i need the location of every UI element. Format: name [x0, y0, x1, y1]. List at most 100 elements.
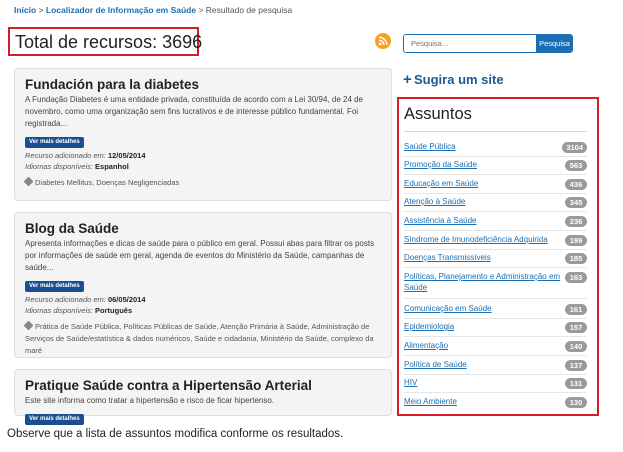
languages-value: Espanhol [95, 162, 129, 171]
subjects-title: Assuntos [404, 105, 472, 123]
subject-divider [404, 211, 587, 212]
result-meta: Recurso adicionado em: 12/05/2014 Idioma… [25, 150, 381, 172]
subject-link[interactable]: Assistência à Saúde [404, 215, 587, 226]
subject-item: Políticas, Planejamento e Administração … [404, 271, 587, 293]
result-card: Pratique Saúde contra a Hipertensão Arte… [14, 369, 392, 425]
subject-item: Doenças Transmissíveis 185 [404, 252, 587, 264]
languages-label: Idiomas disponíveis: [25, 162, 96, 171]
subject-item: HIV 131 [404, 377, 587, 389]
result-tags: Diabetes Mellitus, Doenças Negligenciada… [23, 176, 381, 189]
subject-item: Alimentação 140 [404, 340, 587, 352]
result-tags-text: Prática de Saúde Pública, Políticas Públ… [25, 322, 374, 355]
caption: Observe que a lista de assuntos modifica… [7, 428, 344, 440]
result-title[interactable]: Fundación para la diabetes [25, 77, 381, 92]
subject-divider [404, 336, 587, 337]
subject-divider [404, 298, 587, 299]
added-label: Recurso adicionado em: [25, 295, 108, 304]
subject-link[interactable]: Promoção da Saúde [404, 159, 587, 170]
subject-link[interactable]: Comunicação em Saúde [404, 303, 587, 314]
subject-divider [404, 249, 587, 250]
subject-divider [404, 318, 587, 319]
result-tags: Prática de Saúde Pública, Políticas Públ… [23, 320, 381, 357]
result-description: A Fundação Diabetes é uma entidade priva… [25, 95, 364, 128]
subject-link[interactable]: Atenção à Saúde [404, 196, 587, 207]
search-box: Pesquisa [403, 34, 573, 53]
rss-icon[interactable] [375, 33, 391, 49]
breadcrumb-current: Resultado de pesquisa [205, 5, 293, 15]
languages-label: Idiomas disponíveis: [25, 306, 96, 315]
subject-divider [404, 156, 587, 157]
breadcrumb: Início > Localizador de Informação em Sa… [14, 5, 292, 15]
subject-link[interactable]: Política de Saúde [404, 359, 587, 370]
result-tags-text: Diabetes Mellitus, Doenças Negligenciada… [35, 178, 180, 187]
subject-count-badge: 436 [565, 179, 587, 190]
subject-divider [404, 374, 587, 375]
subject-count-badge: 130 [565, 397, 587, 408]
result-description: Este site informa como tratar a hiperten… [25, 396, 275, 405]
result-title[interactable]: Blog da Saúde [25, 221, 381, 236]
subject-link[interactable]: Políticas, Planejamento e Administração … [404, 271, 587, 293]
view-details-button[interactable]: Ver mais detalhes [25, 281, 84, 292]
subject-count-badge: 3104 [562, 142, 587, 153]
suggest-site-label: Sugira um site [414, 72, 504, 87]
subject-item: Saúde Pública 3104 [404, 141, 587, 153]
subject-count-badge: 161 [565, 304, 587, 315]
subject-item: Síndrome de Imunodeficiência Adquirida 19… [404, 234, 587, 246]
result-card: Fundación para la diabetes A Fundação Di… [14, 68, 392, 201]
subject-item: Meio Ambiente 130 [404, 396, 587, 408]
total-resources-label: Total de recursos: 3696 [15, 32, 203, 52]
suggest-site-link[interactable]: + Sugira um site [403, 72, 504, 87]
subject-count-badge: 236 [565, 216, 587, 227]
subject-count-badge: 199 [565, 235, 587, 246]
breadcrumb-separator: > [36, 5, 46, 15]
result-title[interactable]: Pratique Saúde contra a Hipertensão Arte… [25, 378, 381, 393]
subject-item: Atenção à Saúde 345 [404, 196, 587, 208]
subject-divider [404, 392, 587, 393]
breadcrumb-locator-link[interactable]: Localizador de Informação em Saúde [46, 5, 196, 15]
result-description: Apresenta informações e dicas de saúde p… [25, 239, 375, 272]
view-details-button[interactable]: Ver mais detalhes [25, 414, 84, 425]
subject-link[interactable]: Epidemiologia [404, 321, 587, 332]
subject-item: Comunicação em Saúde 161 [404, 303, 587, 315]
breadcrumb-separator: > [196, 5, 206, 15]
subject-count-badge: 345 [565, 197, 587, 208]
subject-link[interactable]: Saúde Pública [404, 141, 587, 152]
added-date: 12/05/2014 [107, 151, 146, 160]
result-meta: Recurso adicionado em: 06/05/2014 Idioma… [25, 294, 381, 316]
subject-count-badge: 140 [565, 341, 587, 352]
subject-item: Política de Saúde 137 [404, 359, 587, 371]
subject-divider [404, 230, 587, 231]
divider [404, 131, 587, 132]
subject-count-badge: 157 [565, 322, 587, 333]
subject-link[interactable]: Síndrome de Imunodeficiência Adquirida [404, 234, 587, 245]
subject-link[interactable]: Meio Ambiente [404, 396, 587, 407]
result-card: Blog da Saúde Apresenta informações e di… [14, 212, 392, 358]
added-label: Recurso adicionado em: [25, 151, 108, 160]
subject-divider [404, 355, 587, 356]
subject-link[interactable]: Educação em Saúde [404, 178, 587, 189]
subject-link[interactable]: Alimentação [404, 340, 587, 351]
subjects-panel: Assuntos Saúde Pública 3104 Promoção da Sa… [397, 97, 599, 416]
subject-item: Educação em Saúde 436 [404, 178, 587, 190]
subject-link[interactable]: Doenças Transmissíveis [404, 252, 587, 263]
subject-divider [404, 174, 587, 175]
tag-icon [23, 176, 34, 187]
subject-link[interactable]: HIV [404, 377, 587, 388]
search-input[interactable] [404, 35, 536, 52]
subject-count-badge: 131 [565, 378, 587, 389]
tag-icon [23, 320, 34, 331]
subject-item: Epidemiologia 157 [404, 321, 587, 333]
languages-value: Português [95, 306, 133, 315]
total-resources-highlight: Total de recursos: 3696 [8, 27, 203, 56]
view-details-button[interactable]: Ver mais detalhes [25, 137, 84, 148]
subject-count-badge: 163 [565, 272, 587, 283]
breadcrumb-home-link[interactable]: Início [14, 5, 36, 15]
added-date: 06/05/2014 [107, 295, 146, 304]
search-button[interactable]: Pesquisa [536, 35, 572, 52]
subject-divider [404, 193, 587, 194]
subject-count-badge: 563 [565, 160, 587, 171]
subject-count-badge: 185 [565, 253, 587, 264]
subject-item: Promoção da Saúde 563 [404, 159, 587, 171]
subject-count-badge: 137 [565, 360, 587, 371]
subject-divider [404, 267, 587, 268]
